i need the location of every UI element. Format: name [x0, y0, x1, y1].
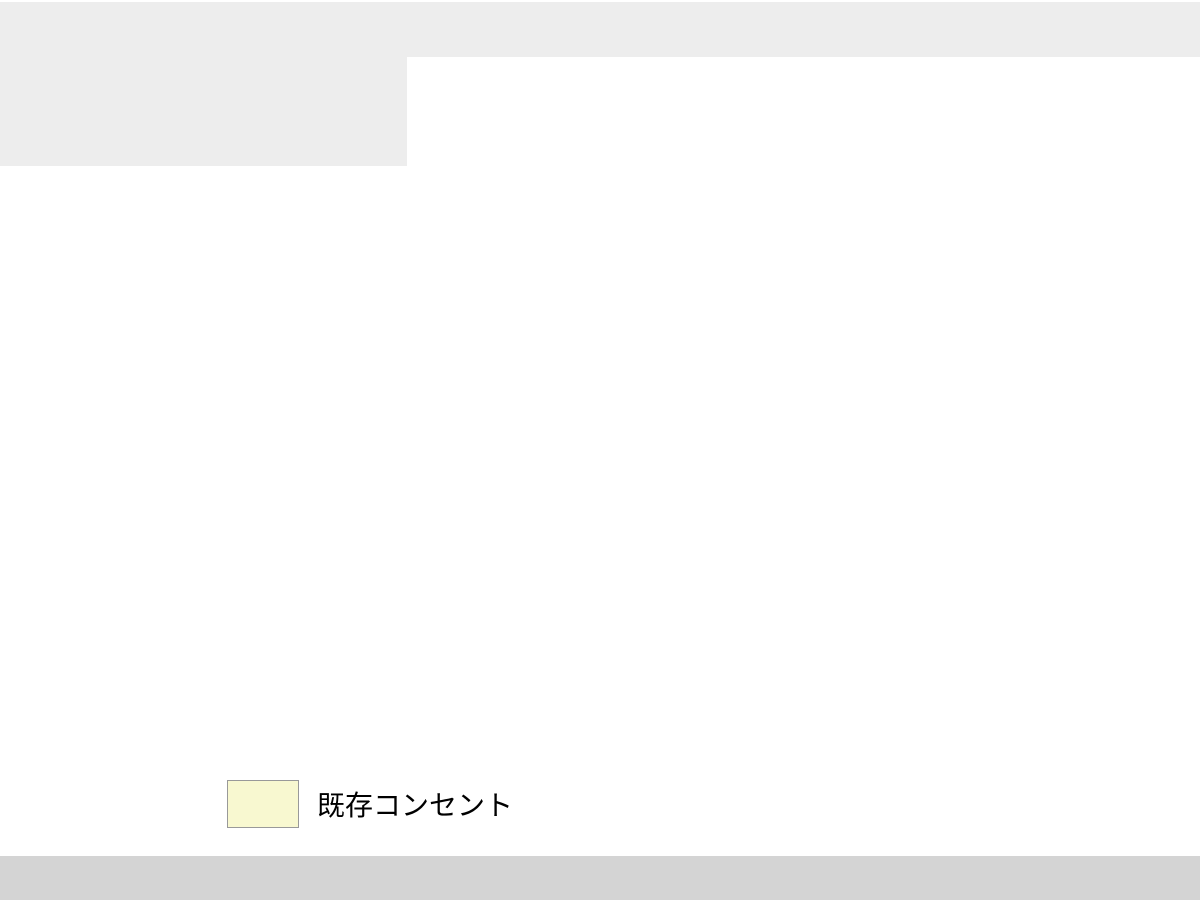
- bottom-bar-region: [0, 856, 1200, 900]
- legend-label-existing-outlet: 既存コンセント: [317, 784, 513, 824]
- legend-swatch-existing-outlet: [227, 780, 299, 828]
- top-bar-region: [0, 2, 1200, 57]
- left-block-region: [0, 57, 407, 166]
- legend: 既存コンセント: [227, 780, 513, 828]
